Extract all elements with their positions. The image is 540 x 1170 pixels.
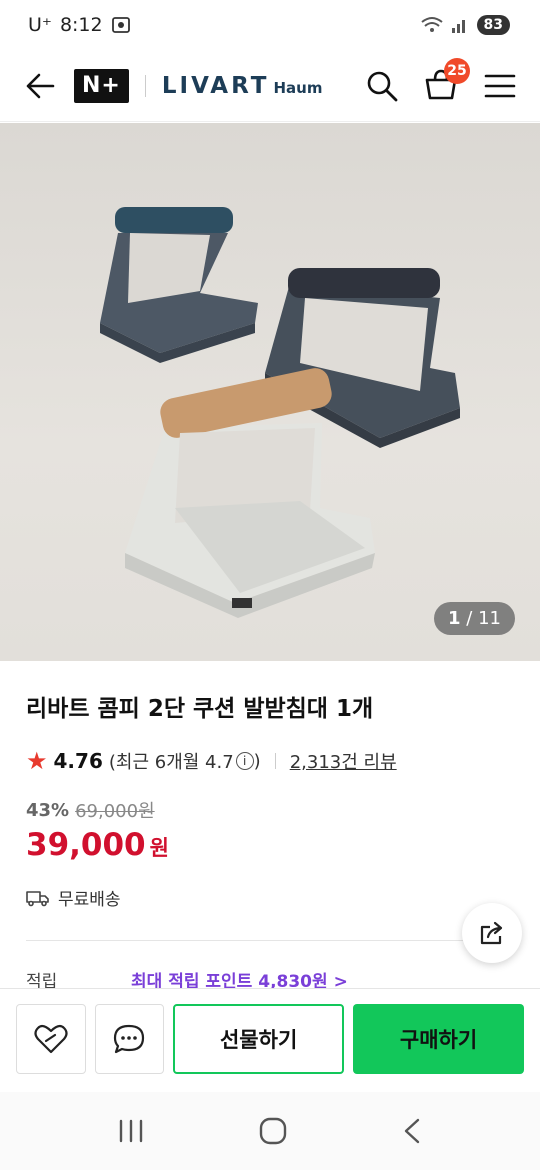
currency-unit: 원 xyxy=(149,836,169,860)
discount-rate: 43% xyxy=(26,799,70,821)
brand-logo[interactable]: LIVART Haum xyxy=(162,73,323,99)
sale-price: 39,000 xyxy=(26,827,146,863)
search-icon[interactable] xyxy=(366,70,398,102)
top-header: N+ LIVART Haum 25 xyxy=(0,50,540,122)
discount-row: 43% 69,000원 xyxy=(26,797,514,823)
info-icon[interactable]: i xyxy=(235,752,254,770)
original-price: 69,000원 xyxy=(75,801,155,822)
status-bar: U⁺ 8:12 83 xyxy=(0,0,540,50)
review-count-link[interactable]: 2,313건 리뷰 xyxy=(290,748,397,774)
screenshot-icon xyxy=(111,17,130,33)
chat-bubble-icon xyxy=(114,1024,145,1053)
gift-button[interactable]: 선물하기 xyxy=(173,1003,345,1074)
home-icon[interactable] xyxy=(258,1116,288,1146)
heart-link-icon xyxy=(34,1024,68,1053)
delivery-info: 무료배송 xyxy=(26,885,514,910)
cart-button[interactable]: 25 xyxy=(424,57,470,104)
recent-apps-icon[interactable] xyxy=(117,1118,145,1144)
recent-rating-prefix: (최근 6개월 4.7 xyxy=(108,752,234,773)
image-total: / 11 xyxy=(466,608,501,629)
signal-icon xyxy=(451,20,465,33)
back-button[interactable] xyxy=(24,70,56,102)
recent-rating-suffix: ) xyxy=(253,750,261,772)
buy-button[interactable]: 구매하기 xyxy=(353,1003,525,1074)
cart-count-badge: 25 xyxy=(444,57,470,84)
product-image-carousel[interactable]: 1 / 11 xyxy=(0,123,540,661)
back-nav-icon[interactable] xyxy=(401,1117,423,1145)
header-icons: 25 xyxy=(366,57,516,104)
stool-dark-left xyxy=(100,207,258,363)
rating-row: ★ 4.76 (최근 6개월 4.7 i ) 2,313건 리뷰 xyxy=(26,747,514,775)
menu-icon[interactable] xyxy=(484,73,516,99)
star-icon: ★ xyxy=(26,747,48,775)
carrier-label: U⁺ xyxy=(28,14,52,36)
product-title: 리바트 콤피 2단 쿠션 발받침대 1개 xyxy=(26,696,374,722)
status-right: 83 xyxy=(420,15,510,35)
wishlist-button[interactable] xyxy=(16,1003,86,1074)
brand-sub-text: Haum xyxy=(273,78,323,97)
image-counter: 1 / 11 xyxy=(434,602,515,635)
brand-main-text: LIVART xyxy=(161,72,270,99)
clock: 8:12 xyxy=(59,14,103,36)
arrow-left-icon xyxy=(26,73,55,98)
bottom-action-bar: 선물하기 구매하기 xyxy=(0,988,540,1088)
share-button[interactable] xyxy=(462,903,522,963)
inquiry-button[interactable] xyxy=(94,1003,165,1074)
rating-separator xyxy=(274,753,276,769)
rating-value: 4.76 xyxy=(53,749,103,773)
battery-indicator: 83 xyxy=(476,15,510,35)
delivery-label: 무료배송 xyxy=(58,890,121,910)
system-nav-bar xyxy=(0,1092,540,1170)
status-left: U⁺ 8:12 xyxy=(28,14,131,36)
share-icon xyxy=(480,921,503,945)
product-info: 리바트 콤피 2단 쿠션 발받침대 1개 ★ 4.76 (최근 6개월 4.7 … xyxy=(0,661,540,992)
header-divider xyxy=(144,74,146,97)
section-divider xyxy=(26,940,514,941)
truck-icon xyxy=(26,890,49,906)
price-row: 39,000 원 xyxy=(26,827,514,863)
product-photo xyxy=(100,207,460,618)
wifi-icon xyxy=(420,17,443,32)
image-current: 1 xyxy=(448,608,461,629)
stool-dark-right xyxy=(265,268,460,448)
naver-plus-logo[interactable]: N+ xyxy=(74,68,129,103)
